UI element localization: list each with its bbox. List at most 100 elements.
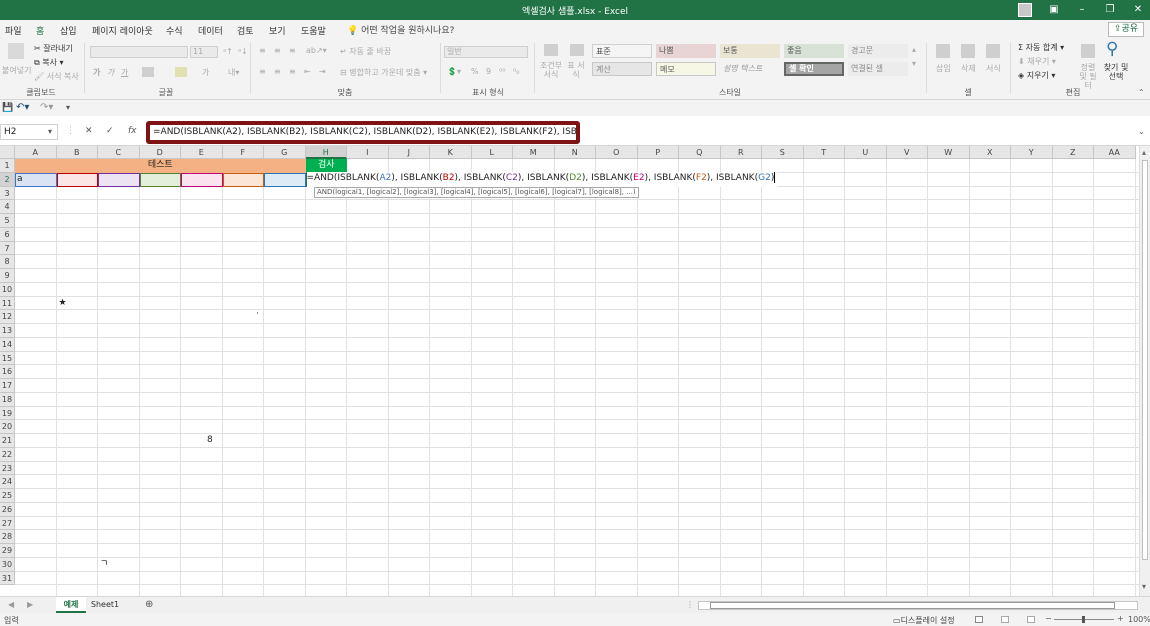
conditional-format-label[interactable]: 조건부 서식 <box>539 61 563 79</box>
cancel-formula-icon[interactable]: ✕ <box>85 126 93 136</box>
wrap-text-button[interactable]: ↵ 자동 줄 바꿈 <box>340 46 391 57</box>
close-button[interactable]: ✕ <box>1127 2 1149 18</box>
row-header-26[interactable]: 26 <box>0 502 15 517</box>
zoom-level[interactable]: 100% <box>1128 615 1150 624</box>
indent-increase-icon[interactable]: ⇥ <box>319 67 326 76</box>
style-linked-cell[interactable]: 연결된 셀 <box>848 62 908 76</box>
phonetic-icon[interactable]: 내▾ <box>228 67 239 78</box>
column-header-d[interactable]: D <box>139 146 181 159</box>
next-sheet-icon[interactable]: ▶ <box>27 600 33 609</box>
orientation-icon[interactable]: ab↗▾ <box>306 46 327 55</box>
sort-filter-icon[interactable] <box>1081 44 1095 58</box>
insert-cells-icon[interactable] <box>936 44 950 58</box>
border-icon[interactable] <box>142 67 154 77</box>
scroll-down-icon[interactable]: ▾ <box>1142 582 1146 591</box>
row-header-18[interactable]: 18 <box>0 392 15 407</box>
zoom-slider-thumb[interactable] <box>1082 616 1085 623</box>
column-header-t[interactable]: T <box>803 146 845 159</box>
row-header-19[interactable]: 19 <box>0 406 15 421</box>
column-header-c[interactable]: C <box>98 146 140 159</box>
column-header-z[interactable]: Z <box>1052 146 1094 159</box>
row-header-30[interactable]: 30 <box>0 557 15 572</box>
find-select-label[interactable]: 찾기 및 선택 <box>1103 63 1129 81</box>
style-neutral[interactable]: 보통 <box>720 44 780 58</box>
paste-label[interactable]: 붙여넣기 <box>2 65 31 76</box>
customize-qat-icon[interactable]: ▾ <box>66 103 70 112</box>
tab-data[interactable]: 데이터 <box>198 24 223 37</box>
column-header-u[interactable]: U <box>845 146 887 159</box>
row-header-10[interactable]: 10 <box>0 282 15 297</box>
column-header-b[interactable]: B <box>56 146 98 159</box>
styles-scroll-up-icon[interactable]: ▴ <box>912 45 916 54</box>
column-header-p[interactable]: P <box>637 146 679 159</box>
format-painter-button[interactable]: 🖌 서식 복사 <box>34 71 79 82</box>
name-box-dropdown-icon[interactable]: ▾ <box>48 127 52 136</box>
delete-cells-label[interactable]: 삭제 <box>961 63 976 74</box>
sheet-tab-example[interactable]: 예제 <box>56 597 86 613</box>
row-header-6[interactable]: 6 <box>0 227 15 242</box>
row-header-1[interactable]: 1 <box>0 159 15 173</box>
style-calculation[interactable]: 계산 <box>592 62 652 76</box>
share-button[interactable]: ⇪공유 <box>1108 22 1144 37</box>
check-header-cell[interactable]: 검사 <box>305 159 347 173</box>
row-header-15[interactable]: 15 <box>0 351 15 366</box>
column-header-k[interactable]: K <box>430 146 472 159</box>
copy-button[interactable]: ⧉ 복사 ▾ <box>34 57 64 68</box>
scroll-up-icon[interactable]: ▴ <box>1142 148 1146 157</box>
column-header-s[interactable]: S <box>762 146 804 159</box>
clear-button[interactable]: ◈ 지우기 ▾ <box>1018 70 1055 81</box>
insert-function-icon[interactable]: fx <box>128 126 137 136</box>
column-header-e[interactable]: E <box>181 146 223 159</box>
cell-a2[interactable]: a <box>17 173 23 186</box>
row-header-25[interactable]: 25 <box>0 489 15 503</box>
column-header-m[interactable]: M <box>513 146 555 159</box>
style-normal[interactable]: 표준 <box>592 44 652 58</box>
row-header-29[interactable]: 29 <box>0 544 15 558</box>
horizontal-scroll-thumb[interactable] <box>710 602 1115 609</box>
zoom-out-icon[interactable]: − <box>1045 614 1052 623</box>
page-layout-view-icon[interactable] <box>1001 616 1009 623</box>
expand-formula-bar-icon[interactable]: ⌄ <box>1138 127 1145 136</box>
reference-cell-f2[interactable] <box>222 172 264 187</box>
column-header-y[interactable]: Y <box>1011 146 1053 159</box>
style-explanatory[interactable]: 설명 텍스트 <box>720 62 780 76</box>
column-header-f[interactable]: F <box>222 146 264 159</box>
display-settings-button[interactable]: ▭디스플레이 설정 <box>893 615 955 626</box>
column-header-l[interactable]: L <box>471 146 513 159</box>
column-header-v[interactable]: V <box>886 146 928 159</box>
row-header-14[interactable]: 14 <box>0 337 15 352</box>
tab-view[interactable]: 보기 <box>269 24 286 37</box>
tab-review[interactable]: 검토 <box>237 24 254 37</box>
column-header-j[interactable]: J <box>388 146 430 159</box>
cell-f12[interactable]: · <box>256 308 259 321</box>
align-center-icon[interactable]: ≡ <box>274 67 281 76</box>
tab-page-layout[interactable]: 페이지 레이아웃 <box>92 24 153 37</box>
column-header-h[interactable]: H <box>305 146 347 159</box>
font-size-select[interactable]: 11 <box>190 46 218 58</box>
align-left-icon[interactable]: ≡ <box>259 67 266 76</box>
fill-button[interactable]: ⬇ 채우기 ▾ <box>1018 56 1056 67</box>
row-header-27[interactable]: 27 <box>0 516 15 531</box>
worksheet-grid[interactable]: A B C D E F G H I J K L M N O P Q R S T U V W X Y Z AA 1 2 3 4 5 6 7 8 9 10… <box>0 146 1150 596</box>
paste-icon[interactable] <box>8 43 24 59</box>
cell-e21[interactable]: 8 <box>207 434 213 447</box>
tab-insert[interactable]: 삽입 <box>60 24 77 37</box>
style-good[interactable]: 좋음 <box>784 44 844 58</box>
font-grow-icon[interactable]: ᵃ↑ <box>223 47 233 56</box>
style-warning[interactable]: 경고문 <box>848 44 908 58</box>
format-cells-label[interactable]: 서식 <box>986 63 1001 74</box>
underline-button[interactable]: 가 <box>121 67 128 78</box>
column-header-i[interactable]: I <box>347 146 389 159</box>
enter-formula-icon[interactable]: ✓ <box>106 126 114 136</box>
row-header-4[interactable]: 4 <box>0 200 15 214</box>
tell-me-search[interactable]: 💡 어떤 작업을 원하시나요? <box>347 23 454 36</box>
style-bad[interactable]: 나쁨 <box>656 44 716 58</box>
row-header-7[interactable]: 7 <box>0 241 15 256</box>
row-header-17[interactable]: 17 <box>0 379 15 393</box>
test-header-cell[interactable]: 테스트 <box>15 159 306 173</box>
reference-cell-d2[interactable] <box>139 172 181 187</box>
column-header-aa[interactable]: AA <box>1094 146 1136 159</box>
formula-cell-editor[interactable]: =AND(ISBLANK(A2), ISBLANK(B2), ISBLANK(C… <box>306 171 778 187</box>
ribbon-display-icon[interactable]: ▣ <box>1043 2 1065 18</box>
column-header-n[interactable]: N <box>554 146 596 159</box>
